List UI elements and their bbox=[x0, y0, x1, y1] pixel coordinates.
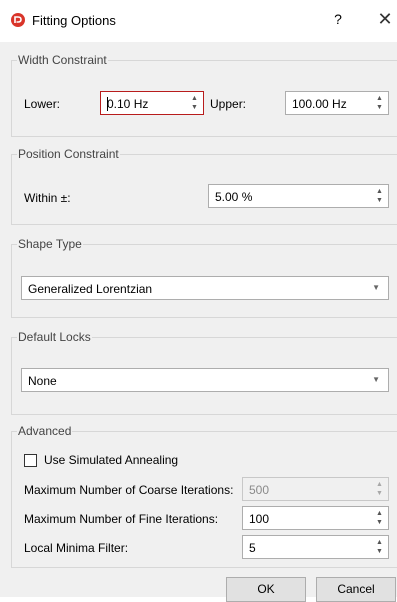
shape-type-selected: Generalized Lorentzian bbox=[28, 282, 153, 296]
fine-iterations-value: 100 bbox=[249, 512, 270, 526]
local-minima-value: 5 bbox=[249, 541, 256, 555]
position-within-spinbox[interactable]: 5.00 % ▲ ▼ bbox=[208, 184, 389, 208]
upper-width-spinbox[interactable]: 100.00 Hz ▲ ▼ bbox=[285, 91, 389, 115]
spin-arrows-icon[interactable]: ▲ ▼ bbox=[375, 510, 384, 528]
chevron-down-icon[interactable]: ▼ bbox=[372, 375, 380, 384]
fine-iterations-label: Maximum Number of Fine Iterations: bbox=[24, 512, 219, 526]
local-minima-label: Local Minima Filter: bbox=[24, 541, 129, 555]
close-button[interactable]: ✕ bbox=[376, 9, 394, 29]
text-cursor bbox=[107, 97, 108, 111]
default-locks-selected: None bbox=[28, 374, 57, 388]
coarse-iterations-value: 500 bbox=[249, 483, 270, 497]
spin-arrows-icon[interactable]: ▲ ▼ bbox=[375, 539, 384, 557]
shape-type-legend: Shape Type bbox=[17, 237, 83, 251]
width-constraint-legend: Width Constraint bbox=[17, 53, 108, 67]
spin-arrows-icon[interactable]: ▲ ▼ bbox=[375, 188, 384, 206]
default-locks-dropdown[interactable]: None ▼ bbox=[21, 368, 389, 392]
upper-label: Upper: bbox=[210, 97, 247, 111]
spin-arrows-icon[interactable]: ▲ ▼ bbox=[375, 95, 384, 113]
help-button[interactable]: ? bbox=[330, 11, 346, 29]
simulated-annealing-label[interactable]: Use Simulated Annealing bbox=[44, 453, 178, 467]
lower-width-spinbox[interactable]: 0.10 Hz ▲ ▼ bbox=[100, 91, 204, 115]
shape-type-dropdown[interactable]: Generalized Lorentzian ▼ bbox=[21, 276, 389, 300]
default-locks-legend: Default Locks bbox=[17, 330, 92, 344]
upper-width-value: 100.00 Hz bbox=[292, 97, 347, 111]
ok-button[interactable]: OK bbox=[226, 577, 306, 602]
lower-label: Lower: bbox=[24, 97, 61, 111]
spin-arrows-icon: ▲ ▼ bbox=[376, 481, 383, 497]
coarse-iterations-spinbox: 500 ▲ ▼ bbox=[242, 477, 389, 501]
simulated-annealing-checkbox[interactable] bbox=[24, 454, 37, 467]
coarse-iterations-label: Maximum Number of Coarse Iterations: bbox=[24, 483, 234, 497]
dialog-title: Fitting Options bbox=[32, 13, 116, 28]
app-logo-icon bbox=[11, 13, 25, 27]
advanced-legend: Advanced bbox=[17, 424, 73, 438]
spin-arrows-icon[interactable]: ▲ ▼ bbox=[190, 95, 199, 113]
position-constraint-legend: Position Constraint bbox=[17, 147, 120, 161]
lower-width-value: 0.10 Hz bbox=[107, 97, 149, 111]
cancel-button[interactable]: Cancel bbox=[316, 577, 396, 602]
fine-iterations-spinbox[interactable]: 100 ▲ ▼ bbox=[242, 506, 389, 530]
position-within-value: 5.00 % bbox=[215, 190, 253, 204]
within-label: Within ±: bbox=[24, 191, 71, 205]
local-minima-spinbox[interactable]: 5 ▲ ▼ bbox=[242, 535, 389, 559]
chevron-down-icon[interactable]: ▼ bbox=[372, 283, 380, 292]
